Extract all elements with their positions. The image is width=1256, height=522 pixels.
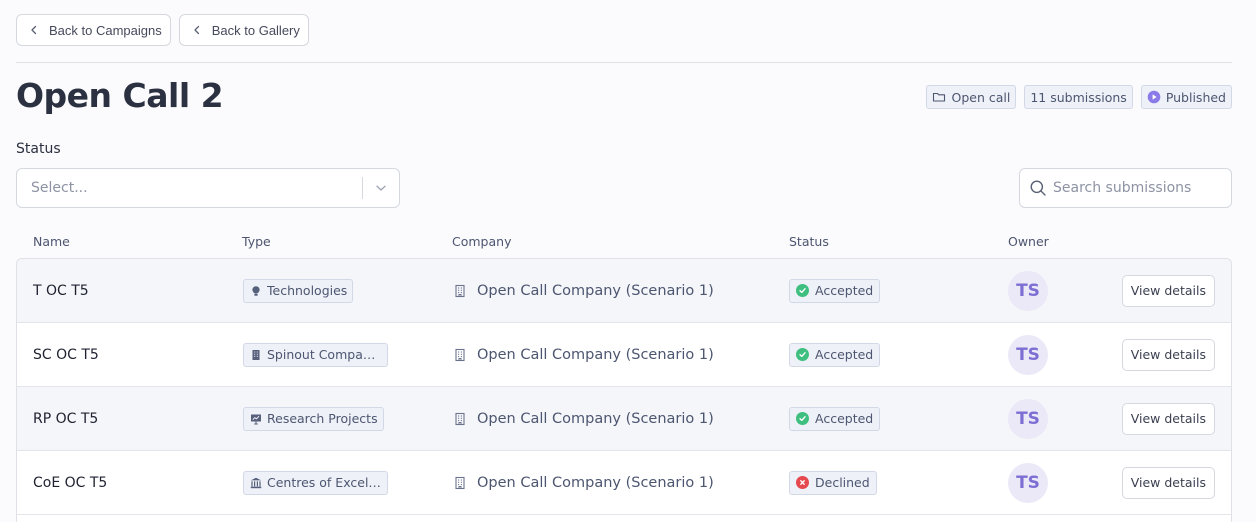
status-filter-placeholder: Select... bbox=[31, 180, 88, 196]
back-to-campaigns-button[interactable]: Back to Campaigns bbox=[16, 14, 171, 46]
submissions-count-label: 11 submissions bbox=[1030, 89, 1127, 105]
chevron-down-icon bbox=[376, 185, 386, 191]
published-status-badge: Published bbox=[1140, 85, 1232, 109]
submission-company: Open Call Company (Scenario 1) bbox=[453, 411, 714, 427]
submission-type-label: Technologies bbox=[267, 283, 348, 298]
chevron-left-icon bbox=[194, 25, 199, 35]
submission-company-label[interactable]: Open Call Company (Scenario 1) bbox=[477, 411, 714, 427]
presentation-icon bbox=[251, 414, 261, 424]
submission-name: SC OC T5 bbox=[33, 346, 99, 363]
status-filter-select[interactable]: Select... bbox=[16, 168, 400, 208]
submission-company-label[interactable]: Open Call Company (Scenario 1) bbox=[477, 475, 714, 491]
building-icon bbox=[455, 284, 465, 297]
column-header-name[interactable]: Name bbox=[33, 234, 70, 249]
submission-company: Open Call Company (Scenario 1) bbox=[453, 347, 714, 363]
top-navigation: Back to Campaigns Back to Gallery bbox=[16, 14, 309, 46]
view-details-button[interactable]: View details bbox=[1121, 466, 1215, 499]
submission-type-badge: Spinout Companies bbox=[243, 342, 388, 367]
submission-status-badge: Accepted bbox=[789, 342, 881, 367]
submission-company-label[interactable]: Open Call Company (Scenario 1) bbox=[477, 283, 714, 299]
table-header: Name Type Company Status Owner bbox=[16, 234, 1232, 250]
campaign-type-label: Open call bbox=[951, 89, 1011, 105]
check-circle-icon bbox=[796, 284, 809, 297]
submission-status-label: Accepted bbox=[815, 347, 874, 362]
owner-avatar: TS bbox=[1008, 334, 1048, 375]
owner-avatar: TS bbox=[1008, 270, 1048, 311]
check-circle-icon bbox=[796, 412, 809, 425]
folder-icon bbox=[933, 92, 946, 102]
view-details-button[interactable]: View details bbox=[1121, 274, 1215, 307]
back-to-gallery-button[interactable]: Back to Gallery bbox=[178, 14, 309, 46]
submission-status-badge: Accepted bbox=[789, 278, 881, 303]
submission-type-label: Centres of Excellence bbox=[267, 475, 382, 490]
chevron-left-icon bbox=[31, 25, 37, 35]
x-circle-icon bbox=[796, 476, 809, 489]
table-row[interactable]: SC OC T5 Spinout Companies Open Call Com… bbox=[17, 323, 1231, 387]
submission-company-label[interactable]: Open Call Company (Scenario 1) bbox=[477, 347, 714, 363]
back-to-gallery-label: Back to Gallery bbox=[211, 22, 300, 38]
submission-type-badge: Technologies bbox=[243, 278, 354, 303]
submissions-table: T OC T5 Technologies Open Call Company (… bbox=[16, 258, 1232, 522]
submission-type-badge: Research Projects bbox=[243, 406, 384, 431]
published-status-label: Published bbox=[1165, 89, 1226, 105]
bulb-icon bbox=[252, 285, 260, 296]
building-icon bbox=[455, 412, 465, 425]
submission-type-label: Research Projects bbox=[267, 411, 378, 426]
building-icon bbox=[252, 349, 260, 360]
table-row[interactable]: CoE OC T5 Centres of Excellence Open Cal… bbox=[17, 451, 1231, 515]
back-to-campaigns-label: Back to Campaigns bbox=[49, 22, 162, 38]
table-row[interactable]: T OC T5 Technologies Open Call Company (… bbox=[17, 259, 1231, 323]
column-header-owner[interactable]: Owner bbox=[1008, 234, 1049, 249]
status-filter-label: Status bbox=[16, 141, 61, 157]
submission-company: Open Call Company (Scenario 1) bbox=[453, 475, 714, 491]
owner-avatar: TS bbox=[1008, 398, 1048, 439]
campaign-meta: Open call 11 submissions Published bbox=[926, 85, 1232, 109]
column-header-type[interactable]: Type bbox=[242, 234, 271, 249]
submission-name: T OC T5 bbox=[33, 282, 89, 299]
column-header-status[interactable]: Status bbox=[789, 234, 829, 249]
submission-type-label: Spinout Companies bbox=[267, 347, 382, 362]
submission-status-label: Accepted bbox=[815, 283, 874, 298]
building-icon bbox=[455, 476, 465, 489]
submissions-count-badge: 11 submissions bbox=[1024, 85, 1133, 109]
column-header-company[interactable]: Company bbox=[452, 234, 511, 249]
submission-company: Open Call Company (Scenario 1) bbox=[453, 283, 714, 299]
view-details-button[interactable]: View details bbox=[1121, 402, 1215, 435]
search-box bbox=[1019, 168, 1232, 208]
submission-status-badge: Declined bbox=[789, 470, 877, 495]
view-details-button[interactable]: View details bbox=[1121, 338, 1215, 371]
building-icon bbox=[455, 348, 465, 361]
institution-icon bbox=[250, 477, 262, 488]
status-filter-toggle[interactable] bbox=[363, 181, 399, 195]
submission-name: CoE OC T5 bbox=[33, 474, 108, 491]
search-input[interactable] bbox=[1053, 180, 1223, 196]
submission-type-badge: Centres of Excellence bbox=[243, 470, 388, 495]
play-circle-icon bbox=[1147, 90, 1161, 104]
submission-name: RP OC T5 bbox=[33, 410, 99, 427]
header-divider bbox=[16, 62, 1232, 63]
submission-status-label: Accepted bbox=[815, 411, 874, 426]
check-circle-icon bbox=[796, 348, 809, 361]
search-icon bbox=[1030, 180, 1046, 196]
owner-avatar: TS bbox=[1008, 462, 1048, 503]
table-row[interactable]: RP OC T5 Research Projects Open Call Com… bbox=[17, 387, 1231, 451]
campaign-type-badge: Open call bbox=[926, 85, 1017, 109]
submission-status-badge: Accepted bbox=[789, 406, 881, 431]
page-title: Open Call 2 bbox=[16, 76, 224, 115]
submission-status-label: Declined bbox=[815, 475, 870, 490]
